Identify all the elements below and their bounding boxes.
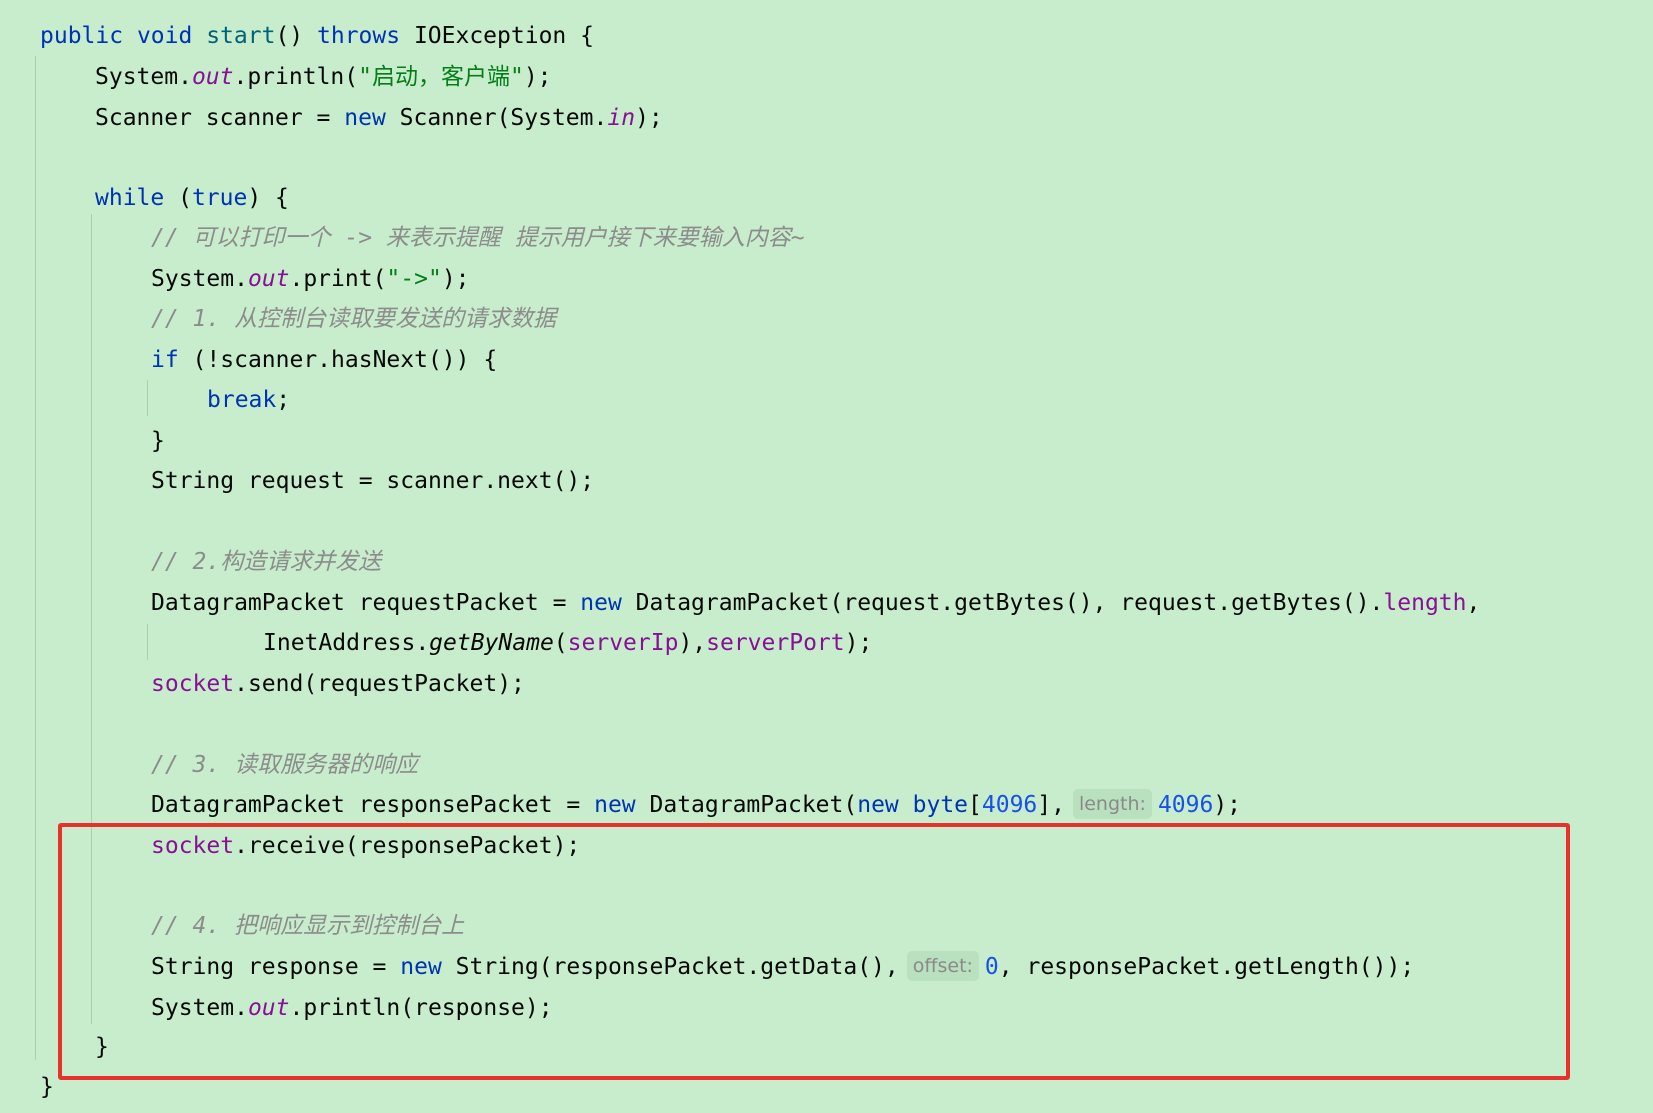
field: socket xyxy=(151,671,235,697)
keyword: if xyxy=(151,347,179,373)
keyword: break xyxy=(207,387,277,413)
code-line-5[interactable]: while (true) { xyxy=(0,178,289,218)
code-text: ; xyxy=(276,387,291,413)
code-line-27[interactable]: } xyxy=(0,1067,54,1107)
keyword: true xyxy=(191,185,248,211)
string-literal: "启动，客户端" xyxy=(358,64,524,90)
code-text: DatagramPacket( xyxy=(635,792,858,818)
keyword: void xyxy=(136,23,193,49)
code-line-9[interactable]: if (!scanner.hasNext()) { xyxy=(0,340,497,380)
code-text: InetAddress. xyxy=(263,630,430,656)
code-line-17[interactable]: socket.send(requestPacket); xyxy=(0,664,525,704)
code-text: } xyxy=(40,1074,54,1100)
code-editor[interactable]: public void start() throws IOException {… xyxy=(0,0,1653,1113)
field: length xyxy=(1383,590,1467,616)
parameter-hint: length: xyxy=(1072,789,1152,819)
number-literal: 4096 xyxy=(1157,792,1214,818)
code-text: Scanner(System. xyxy=(385,105,608,131)
code-text: System. xyxy=(151,266,248,292)
code-text: ); xyxy=(844,630,873,656)
code-line-12[interactable]: String request = scanner.next(); xyxy=(0,461,594,501)
code-line-2[interactable]: System.out.println("启动，客户端"); xyxy=(0,57,552,97)
code-line-6[interactable]: // 可以打印一个 -> 来表示提醒 提示用户接下来要输入内容~ xyxy=(0,218,805,258)
keyword: new xyxy=(594,792,636,818)
code-line-20[interactable]: DatagramPacket responsePacket = new Data… xyxy=(0,785,1241,825)
keyword: byte xyxy=(912,792,969,818)
keyword: while xyxy=(95,185,165,211)
code-line-15[interactable]: DatagramPacket requestPacket = new Datag… xyxy=(0,583,1480,623)
keyword: new xyxy=(580,590,622,616)
static-field: in xyxy=(607,105,636,131)
code-line-7[interactable]: System.out.print("->"); xyxy=(0,259,470,299)
code-line-19[interactable]: // 3. 读取服务器的响应 xyxy=(0,745,418,785)
number-literal: 4096 xyxy=(981,792,1038,818)
code-text: ); xyxy=(523,64,552,90)
code-text: IOException { xyxy=(400,23,594,49)
code-line-11[interactable]: } xyxy=(0,421,165,461)
code-text: ) { xyxy=(247,185,289,211)
string-literal: "->" xyxy=(386,266,442,292)
code-text: .println( xyxy=(233,64,359,90)
method-name: start xyxy=(206,23,276,49)
code-text: ( xyxy=(553,630,568,656)
keyword: new xyxy=(344,105,386,131)
code-line-3[interactable]: Scanner scanner = new Scanner(System.in)… xyxy=(0,98,663,138)
code-text: () xyxy=(275,23,317,49)
code-text: ( xyxy=(164,185,192,211)
static-method: getByName xyxy=(429,630,554,656)
code-text: [ xyxy=(968,792,982,818)
code-line-8[interactable]: // 1. 从控制台读取要发送的请求数据 xyxy=(0,299,556,339)
code-text: ), xyxy=(678,630,707,656)
code-text: .print( xyxy=(289,266,387,292)
code-text: DatagramPacket requestPacket = xyxy=(151,590,581,616)
code-line-16[interactable]: InetAddress.getByName(serverIp),serverPo… xyxy=(0,623,872,663)
code-text: System. xyxy=(95,64,192,90)
keyword: throws xyxy=(317,23,401,49)
comment: // 3. 读取服务器的响应 xyxy=(151,752,419,778)
code-text: DatagramPacket(request.getBytes(), reque… xyxy=(621,590,1384,616)
field: serverPort xyxy=(706,630,845,656)
code-line-10[interactable]: break; xyxy=(0,380,290,420)
highlight-annotation-box xyxy=(58,823,1570,1080)
comment: // 可以打印一个 -> 来表示提醒 提示用户接下来要输入内容~ xyxy=(151,225,805,251)
code-line-1[interactable]: public void start() throws IOException { xyxy=(0,16,594,56)
code-text: (!scanner.hasNext()) { xyxy=(178,347,498,373)
code-text: ], xyxy=(1037,792,1065,818)
comment: // 1. 从控制台读取要发送的请求数据 xyxy=(151,306,557,332)
code-text: ); xyxy=(635,105,663,131)
keyword: public xyxy=(40,23,124,49)
code-text: } xyxy=(151,428,165,454)
code-text: DatagramPacket responsePacket = xyxy=(151,792,595,818)
comment: // 2.构造请求并发送 xyxy=(151,549,382,575)
code-text: Scanner scanner = xyxy=(95,105,345,131)
static-field: out xyxy=(191,64,234,90)
field: serverIp xyxy=(567,630,679,656)
code-text: String request = scanner.next(); xyxy=(151,468,595,494)
code-line-14[interactable]: // 2.构造请求并发送 xyxy=(0,542,381,582)
keyword: new xyxy=(857,792,899,818)
code-text: .send(requestPacket); xyxy=(234,671,525,697)
code-text: , xyxy=(1466,590,1481,616)
static-field: out xyxy=(247,266,290,292)
code-text: ); xyxy=(1213,792,1242,818)
code-text: ); xyxy=(441,266,470,292)
